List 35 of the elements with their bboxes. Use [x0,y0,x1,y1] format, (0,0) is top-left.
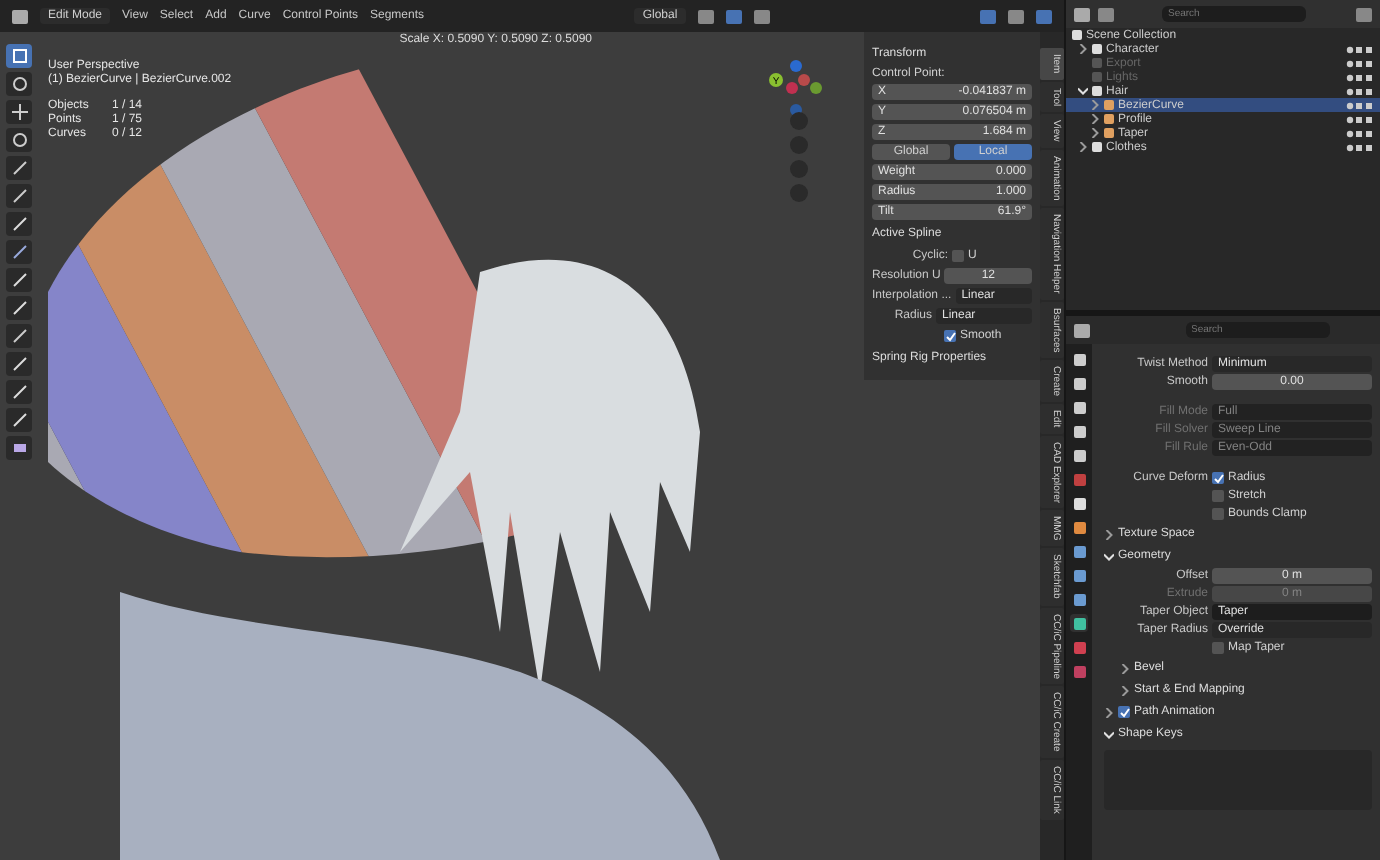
tool-button[interactable] [6,436,32,460]
visibility-icon[interactable] [1346,115,1374,123]
tool-button[interactable] [6,212,32,236]
select-tool-icon [11,48,27,64]
tool-button[interactable] [6,156,32,180]
visibility-icon[interactable] [1346,87,1374,95]
checkbox[interactable] [1212,642,1224,654]
tool-button[interactable] [6,100,32,124]
checkbox[interactable] [1118,706,1130,718]
tool-button[interactable] [6,352,32,376]
visibility-icon[interactable] [1346,143,1374,151]
visibility-icon[interactable] [1346,73,1374,81]
tool-button[interactable] [6,44,32,68]
tool-button[interactable] [6,72,32,96]
checkbox[interactable] [944,330,956,342]
visibility-icon[interactable] [1346,101,1374,109]
checkbox[interactable] [1212,472,1224,484]
visibility-icon[interactable] [1346,45,1374,53]
cursor-tool-icon [11,76,27,92]
visibility-icon[interactable] [1346,129,1374,137]
tool-button[interactable] [6,184,32,208]
tool-button[interactable] [6,240,32,264]
bevel-tool-icon [11,440,27,456]
tool-button[interactable] [6,380,32,404]
move-tool-icon [11,104,27,120]
tool-button[interactable] [6,128,32,152]
tool-button[interactable] [6,268,32,292]
visibility-icon[interactable] [1346,59,1374,67]
checkbox[interactable] [952,250,964,262]
tool-button[interactable] [6,324,32,348]
checkbox[interactable] [1212,490,1224,502]
rotate-tool-icon [11,132,27,148]
tool-button[interactable] [6,296,32,320]
tool-button[interactable] [6,408,32,432]
checkbox[interactable] [1212,508,1224,520]
